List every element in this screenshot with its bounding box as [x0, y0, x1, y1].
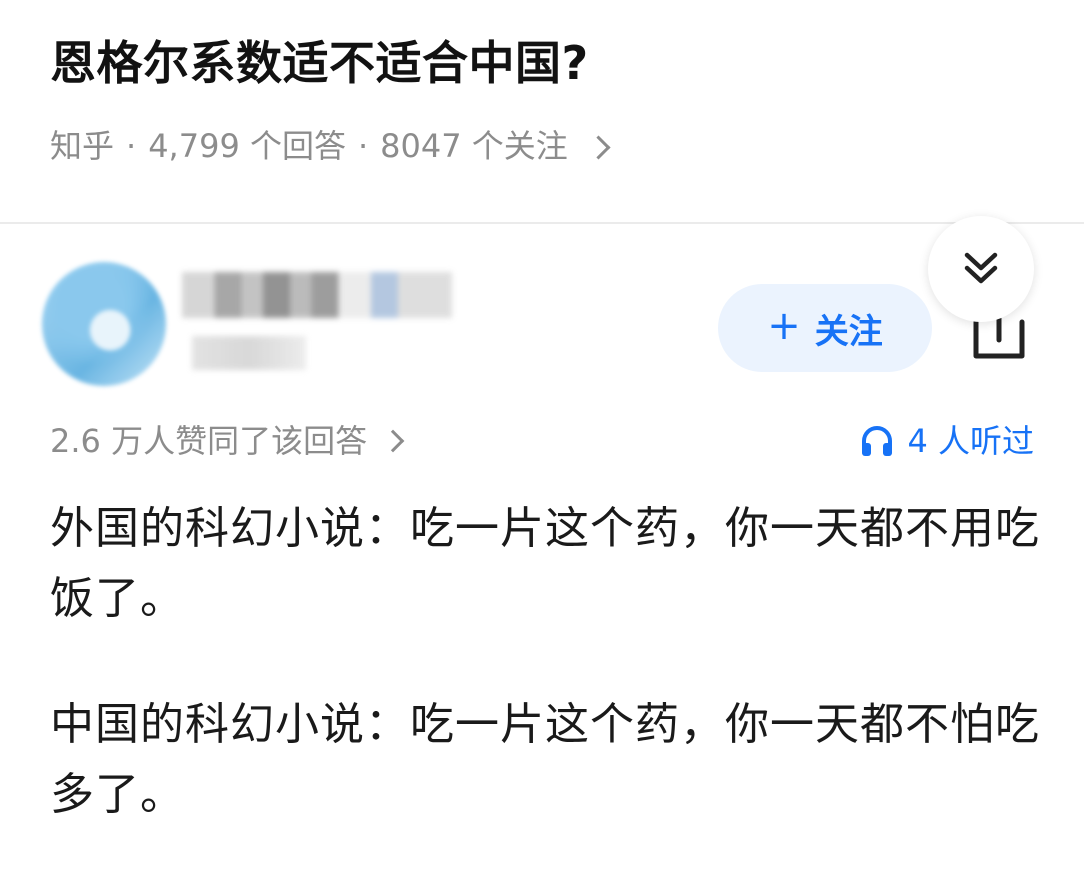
vote-summary[interactable]: 2.6 万人赞同了该回答 [50, 418, 405, 464]
listen-count-text: 4 人听过 [907, 422, 1034, 460]
answer-count: 4,799 个回答 [148, 127, 346, 165]
avatar[interactable] [42, 262, 166, 386]
headphones-icon [862, 426, 893, 456]
follower-count: 8047 个关注 [380, 127, 568, 165]
question-meta[interactable]: 知乎 · 4,799 个回答 · 8047 个关注 [50, 122, 611, 170]
chevron-right-icon [381, 429, 405, 453]
chevron-right-icon [586, 134, 611, 160]
author-headline-blurred [192, 336, 306, 370]
separator: · [357, 127, 369, 165]
double-chevron-down-icon [964, 252, 998, 284]
question-title[interactable]: 恩格尔系数适不适合中国? [50, 30, 589, 96]
vote-summary-text: 2.6 万人赞同了该回答 [50, 422, 368, 460]
collapse-button[interactable] [928, 216, 1034, 322]
follow-label: 关注 [814, 311, 883, 352]
question-header: 恩格尔系数适不适合中国? 知乎 · 4,799 个回答 · 8047 个关注 [0, 0, 1084, 222]
answer-paragraph: 中国的科幻小说：吃一片这个药，你一天都不怕吃多了。 [50, 699, 1040, 820]
listen-count[interactable]: 4 人听过 [859, 418, 1034, 464]
author-name-blurred[interactable] [182, 272, 452, 318]
divider [0, 222, 1084, 224]
follow-button[interactable]: + 关注 [718, 284, 932, 372]
answer-body: 外国的科幻小说：吃一片这个药，你一天都不用吃饭了。 中国的科幻小说：吃一片这个药… [50, 494, 1040, 886]
separator: · [126, 127, 137, 165]
source-label: 知乎 [50, 127, 115, 165]
answer-paragraph: 外国的科幻小说：吃一片这个药，你一天都不用吃饭了。 [50, 503, 1040, 624]
plus-icon: + [767, 303, 801, 349]
